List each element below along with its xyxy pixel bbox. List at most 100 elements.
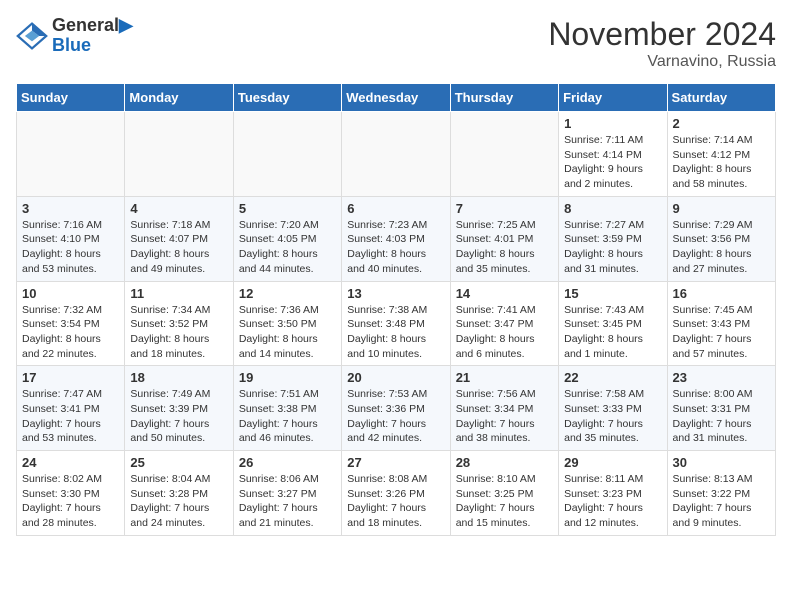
calendar-week-row: 24Sunrise: 8:02 AM Sunset: 3:30 PM Dayli… [17,451,776,536]
logo-icon [16,20,48,52]
day-info: Sunrise: 7:56 AM Sunset: 3:34 PM Dayligh… [456,387,553,446]
day-number: 13 [347,286,444,301]
day-info: Sunrise: 7:27 AM Sunset: 3:59 PM Dayligh… [564,218,661,277]
calendar-week-row: 10Sunrise: 7:32 AM Sunset: 3:54 PM Dayli… [17,281,776,366]
day-number: 30 [673,455,770,470]
weekday-header: Tuesday [233,84,341,112]
calendar-cell: 17 Sunrise: 7:47 AM Sunset: 3:41 PM Dayli… [17,366,125,451]
calendar-cell: 7 Sunrise: 7:25 AM Sunset: 4:01 PM Daylig… [450,196,558,281]
calendar-cell: 2 Sunrise: 7:14 AM Sunset: 4:12 PM Daylig… [667,112,775,197]
weekday-header: Saturday [667,84,775,112]
calendar-cell: 30 Sunrise: 8:13 AM Sunset: 3:22 PM Dayli… [667,451,775,536]
calendar-cell [342,112,450,197]
day-number: 5 [239,201,336,216]
month-title: November 2024 [548,16,776,53]
day-number: 29 [564,455,661,470]
calendar-cell: 8 Sunrise: 7:27 AM Sunset: 3:59 PM Daylig… [559,196,667,281]
calendar-cell: 21 Sunrise: 7:56 AM Sunset: 3:34 PM Dayli… [450,366,558,451]
day-info: Sunrise: 7:29 AM Sunset: 3:56 PM Dayligh… [673,218,770,277]
day-info: Sunrise: 8:13 AM Sunset: 3:22 PM Dayligh… [673,472,770,531]
calendar-cell [233,112,341,197]
calendar-cell: 15Sunrise: 7:43 AM Sunset: 3:45 PM Dayli… [559,281,667,366]
title-area: November 2024 Varnavino, Russia [548,16,776,71]
day-info: Sunrise: 7:36 AM Sunset: 3:50 PM Dayligh… [239,303,336,362]
calendar-cell: 27 Sunrise: 8:08 AM Sunset: 3:26 PM Dayli… [342,451,450,536]
day-number: 9 [673,201,770,216]
weekday-header: Wednesday [342,84,450,112]
day-info: Sunrise: 7:38 AM Sunset: 3:48 PM Dayligh… [347,303,444,362]
calendar-cell: 6Sunrise: 7:23 AM Sunset: 4:03 PM Daylig… [342,196,450,281]
calendar-cell: 9 Sunrise: 7:29 AM Sunset: 3:56 PM Daylig… [667,196,775,281]
day-number: 7 [456,201,553,216]
day-number: 2 [673,116,770,131]
calendar-cell: 23 Sunrise: 8:00 AM Sunset: 3:31 PM Dayli… [667,366,775,451]
day-info: Sunrise: 7:25 AM Sunset: 4:01 PM Dayligh… [456,218,553,277]
calendar-cell [17,112,125,197]
calendar-body: 1 Sunrise: 7:11 AM Sunset: 4:14 PM Daylig… [17,112,776,536]
calendar-header-row: SundayMondayTuesdayWednesdayThursdayFrid… [17,84,776,112]
day-number: 16 [673,286,770,301]
day-info: Sunrise: 8:00 AM Sunset: 3:31 PM Dayligh… [673,387,770,446]
calendar-cell: 20Sunrise: 7:53 AM Sunset: 3:36 PM Dayli… [342,366,450,451]
day-number: 17 [22,370,119,385]
day-info: Sunrise: 7:14 AM Sunset: 4:12 PM Dayligh… [673,133,770,192]
day-info: Sunrise: 8:02 AM Sunset: 3:30 PM Dayligh… [22,472,119,531]
day-info: Sunrise: 7:58 AM Sunset: 3:33 PM Dayligh… [564,387,661,446]
calendar-cell [450,112,558,197]
weekday-header: Monday [125,84,233,112]
day-info: Sunrise: 8:04 AM Sunset: 3:28 PM Dayligh… [130,472,227,531]
day-number: 26 [239,455,336,470]
day-info: Sunrise: 8:06 AM Sunset: 3:27 PM Dayligh… [239,472,336,531]
calendar-cell: 13 Sunrise: 7:38 AM Sunset: 3:48 PM Dayli… [342,281,450,366]
calendar-cell: 4 Sunrise: 7:18 AM Sunset: 4:07 PM Daylig… [125,196,233,281]
day-number: 4 [130,201,227,216]
day-number: 21 [456,370,553,385]
day-number: 22 [564,370,661,385]
weekday-header: Sunday [17,84,125,112]
calendar-cell: 28 Sunrise: 8:10 AM Sunset: 3:25 PM Dayli… [450,451,558,536]
logo: General▶ Blue [16,16,133,56]
calendar-cell: 11 Sunrise: 7:34 AM Sunset: 3:52 PM Dayli… [125,281,233,366]
day-number: 1 [564,116,661,131]
day-info: Sunrise: 7:45 AM Sunset: 3:43 PM Dayligh… [673,303,770,362]
day-number: 14 [456,286,553,301]
calendar-cell: 14Sunrise: 7:41 AM Sunset: 3:47 PM Dayli… [450,281,558,366]
calendar-week-row: 3 Sunrise: 7:16 AM Sunset: 4:10 PM Daylig… [17,196,776,281]
day-info: Sunrise: 7:18 AM Sunset: 4:07 PM Dayligh… [130,218,227,277]
day-number: 8 [564,201,661,216]
weekday-header: Thursday [450,84,558,112]
location-title: Varnavino, Russia [548,53,776,71]
calendar-cell [125,112,233,197]
day-info: Sunrise: 8:10 AM Sunset: 3:25 PM Dayligh… [456,472,553,531]
day-number: 10 [22,286,119,301]
day-number: 28 [456,455,553,470]
day-number: 20 [347,370,444,385]
day-info: Sunrise: 7:51 AM Sunset: 3:38 PM Dayligh… [239,387,336,446]
logo-text: General▶ Blue [52,16,133,56]
day-info: Sunrise: 7:43 AM Sunset: 3:45 PM Dayligh… [564,303,661,362]
calendar-cell: 12Sunrise: 7:36 AM Sunset: 3:50 PM Dayli… [233,281,341,366]
calendar-cell: 18 Sunrise: 7:49 AM Sunset: 3:39 PM Dayli… [125,366,233,451]
day-number: 27 [347,455,444,470]
day-info: Sunrise: 7:23 AM Sunset: 4:03 PM Dayligh… [347,218,444,277]
day-info: Sunrise: 7:16 AM Sunset: 4:10 PM Dayligh… [22,218,119,277]
calendar-cell: 1 Sunrise: 7:11 AM Sunset: 4:14 PM Daylig… [559,112,667,197]
day-number: 3 [22,201,119,216]
day-info: Sunrise: 7:49 AM Sunset: 3:39 PM Dayligh… [130,387,227,446]
day-number: 25 [130,455,227,470]
calendar-cell: 25 Sunrise: 8:04 AM Sunset: 3:28 PM Dayli… [125,451,233,536]
day-info: Sunrise: 7:11 AM Sunset: 4:14 PM Dayligh… [564,133,661,192]
calendar-cell: 26 Sunrise: 8:06 AM Sunset: 3:27 PM Dayli… [233,451,341,536]
day-number: 11 [130,286,227,301]
day-number: 18 [130,370,227,385]
day-info: Sunrise: 8:08 AM Sunset: 3:26 PM Dayligh… [347,472,444,531]
day-number: 23 [673,370,770,385]
calendar-cell: 16 Sunrise: 7:45 AM Sunset: 3:43 PM Dayli… [667,281,775,366]
day-info: Sunrise: 7:34 AM Sunset: 3:52 PM Dayligh… [130,303,227,362]
day-info: Sunrise: 8:11 AM Sunset: 3:23 PM Dayligh… [564,472,661,531]
calendar-table: SundayMondayTuesdayWednesdayThursdayFrid… [16,83,776,536]
calendar-cell: 5Sunrise: 7:20 AM Sunset: 4:05 PM Daylig… [233,196,341,281]
day-info: Sunrise: 7:47 AM Sunset: 3:41 PM Dayligh… [22,387,119,446]
calendar-cell: 29 Sunrise: 8:11 AM Sunset: 3:23 PM Dayli… [559,451,667,536]
calendar-cell: 10Sunrise: 7:32 AM Sunset: 3:54 PM Dayli… [17,281,125,366]
